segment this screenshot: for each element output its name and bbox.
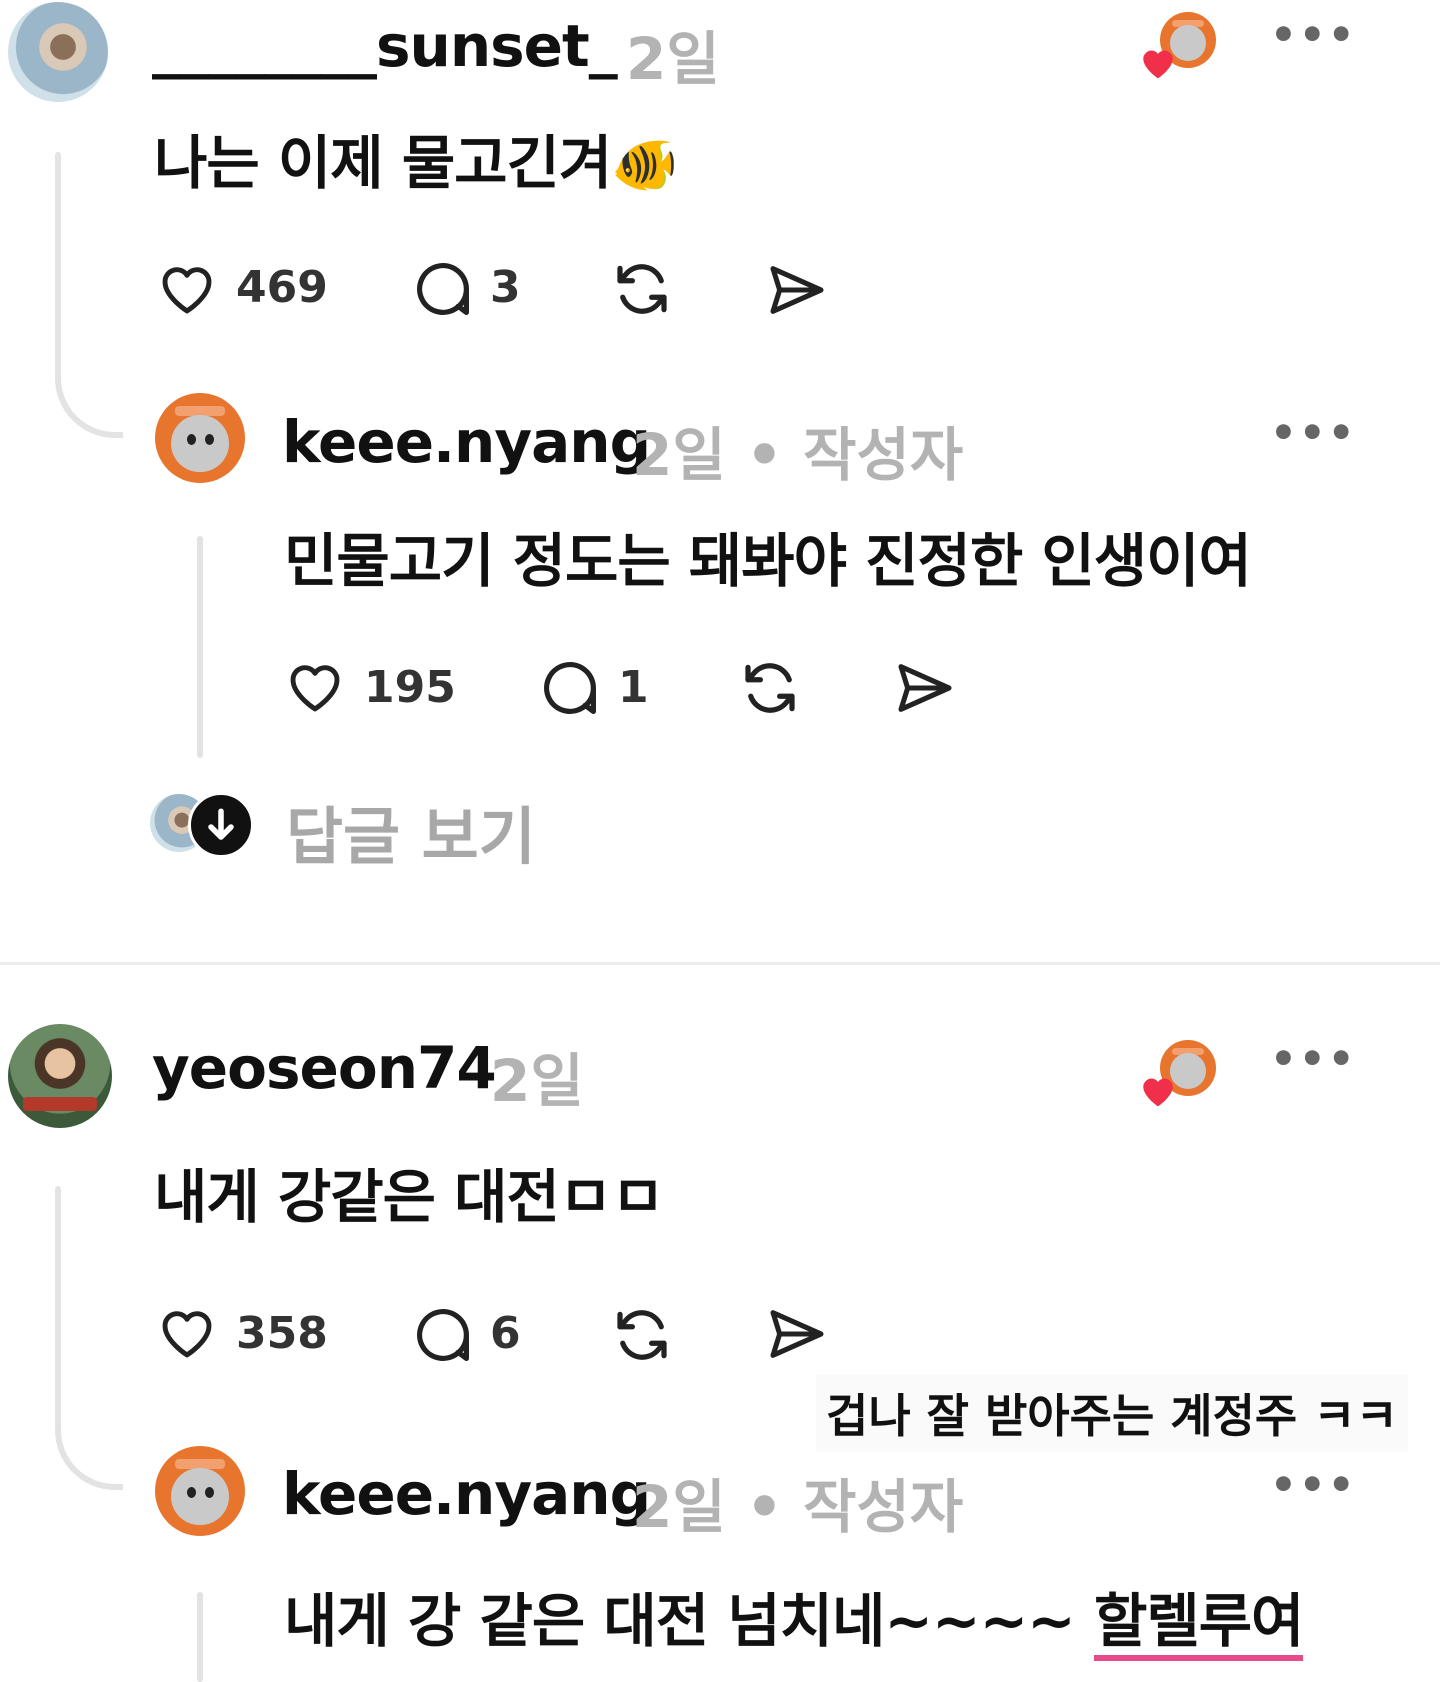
view-replies-link[interactable]: 답글 보기 — [286, 786, 536, 876]
username[interactable]: ________sunset_ — [152, 12, 618, 80]
heart-icon[interactable] — [155, 1302, 219, 1364]
post-text: 나는 이제 물고긴겨🐠 — [154, 116, 679, 200]
more-icon[interactable]: ••• — [1270, 1034, 1357, 1083]
reply-thread-line — [197, 1592, 203, 1682]
post-time: 2일 — [626, 25, 720, 93]
thread-connector — [55, 340, 123, 438]
author-liked-heart-icon — [1138, 1072, 1178, 1108]
avatar-keee-nyang[interactable] — [155, 1446, 245, 1536]
reply-username[interactable]: keee.nyang — [282, 408, 651, 476]
like-count: 469 — [236, 262, 328, 313]
arrow-down-icon[interactable] — [188, 792, 254, 858]
post-text-content: 나는 이제 물고긴겨 — [154, 129, 612, 197]
send-icon[interactable] — [764, 1302, 830, 1366]
more-icon[interactable]: ••• — [1270, 408, 1357, 457]
heart-icon[interactable] — [155, 258, 219, 320]
author-liked-heart-icon — [1138, 44, 1178, 80]
send-icon[interactable] — [764, 258, 830, 322]
reply-thread-line — [197, 536, 203, 758]
reply-text: 민물고기 정도는 돼봐야 진정한 인생이여 — [284, 527, 1252, 595]
fish-emoji: 🐠 — [611, 133, 678, 196]
avatar-yeoseon74[interactable] — [8, 1024, 112, 1128]
comment-count: 3 — [490, 262, 521, 313]
comment-count: 1 — [618, 662, 649, 713]
repost-icon[interactable] — [608, 256, 676, 322]
comment-count: 6 — [490, 1308, 521, 1359]
more-icon[interactable]: ••• — [1270, 10, 1357, 59]
comment-icon[interactable] — [410, 1302, 476, 1368]
reply-meta: 2일 • 작성자 — [632, 1473, 964, 1541]
repost-icon[interactable] — [608, 1302, 676, 1368]
thread-connector — [55, 1392, 123, 1490]
more-icon[interactable]: ••• — [1270, 1460, 1357, 1509]
like-count: 195 — [364, 662, 456, 713]
like-count: 358 — [236, 1308, 328, 1359]
divider — [0, 962, 1440, 965]
post-text: 내게 강같은 대전ㅁㅁ — [154, 1163, 665, 1231]
comment-icon[interactable] — [410, 256, 476, 322]
avatar-sunset[interactable] — [8, 2, 108, 102]
send-icon[interactable] — [892, 656, 958, 720]
username[interactable]: yeoseon74 — [152, 1034, 497, 1102]
avatar-keee-nyang[interactable] — [155, 393, 245, 483]
reply-text: 내게 강 같은 대전 넘치네~~~~ 할렐루여 — [284, 1574, 1304, 1661]
comment-icon[interactable] — [537, 655, 603, 721]
thread-line — [55, 1186, 61, 1426]
reply-meta: 2일 • 작성자 — [632, 421, 964, 489]
repost-icon[interactable] — [736, 655, 804, 721]
post-time: 2일 — [490, 1047, 584, 1115]
reply-text-highlight: 할렐루여 — [1093, 1587, 1304, 1661]
caption-overlay: 겁나 잘 받아주는 계정주 ㅋㅋ — [816, 1374, 1408, 1452]
reply-text-main: 내게 강 같은 대전 넘치네~~~~ — [284, 1587, 1094, 1655]
reply-username[interactable]: keee.nyang — [282, 1460, 651, 1528]
heart-icon[interactable] — [283, 656, 347, 718]
